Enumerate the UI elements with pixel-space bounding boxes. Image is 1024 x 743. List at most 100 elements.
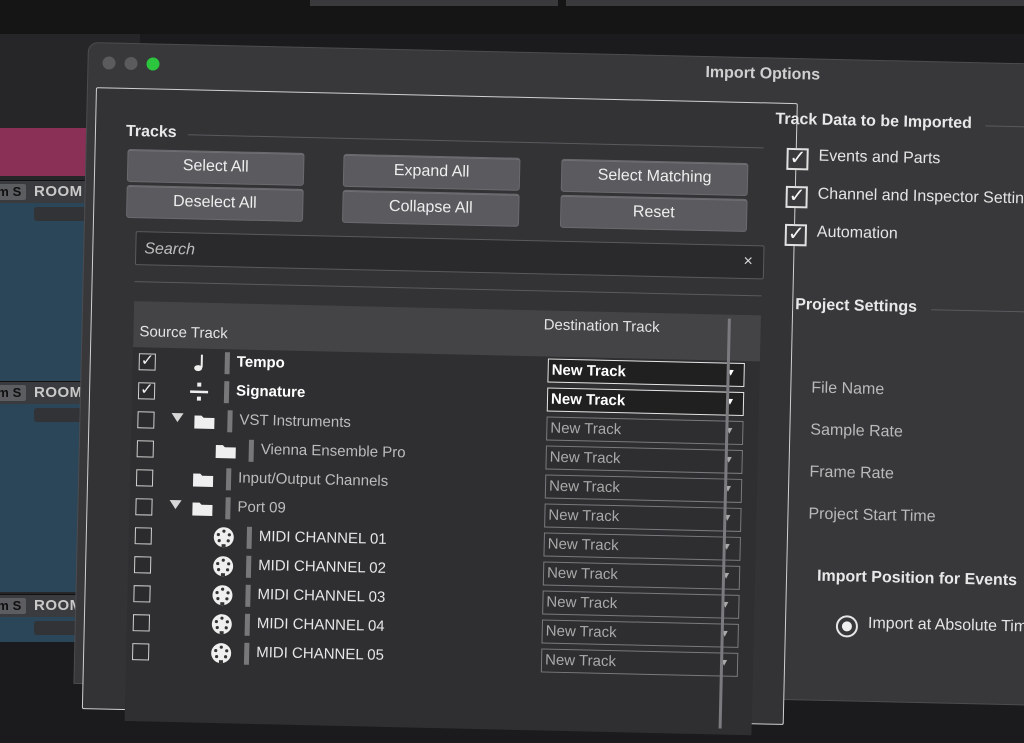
daw-track-name: ROOM	[34, 384, 83, 401]
destination-value: New Track	[546, 623, 617, 642]
destination-value: New Track	[549, 478, 620, 497]
project-settings-title: Project Settings	[795, 296, 917, 317]
expand-all-button[interactable]: Expand All	[343, 154, 521, 191]
track-checkbox[interactable]	[132, 643, 149, 660]
track-name: Input/Output Channels	[238, 470, 388, 490]
track-checkbox[interactable]	[133, 585, 150, 602]
destination-value: New Track	[550, 449, 621, 468]
destination-dropdown[interactable]: New Track ▼	[541, 619, 738, 647]
close-window-button[interactable]	[102, 56, 115, 69]
clear-search-icon[interactable]: ×	[733, 246, 764, 279]
daw-top-segment	[310, 0, 558, 6]
select-matching-button[interactable]: Select Matching	[561, 159, 749, 196]
track-checkbox[interactable]	[139, 353, 156, 370]
midi-connector-icon	[213, 526, 235, 548]
track-color-bar	[226, 468, 231, 490]
reset-button[interactable]: Reset	[560, 195, 748, 232]
section-divider	[985, 125, 1024, 129]
track-color-bar	[247, 527, 252, 549]
zoom-window-button[interactable]	[146, 57, 159, 70]
track-name: MIDI CHANNEL 03	[257, 586, 385, 606]
tempo-note-icon	[189, 351, 211, 373]
file-name-label: File Name	[811, 380, 884, 400]
destination-dropdown[interactable]: New Track ▼	[543, 532, 740, 560]
minimize-window-button[interactable]	[124, 57, 137, 70]
track-color-bar	[224, 352, 229, 374]
track-color-bar	[249, 440, 254, 462]
destination-dropdown[interactable]: New Track ▼	[543, 561, 740, 589]
track-name: MIDI CHANNEL 05	[256, 644, 384, 664]
track-color-bar	[244, 643, 249, 665]
destination-value: New Track	[545, 652, 616, 671]
folder-icon	[191, 496, 213, 518]
track-checkbox[interactable]	[133, 614, 150, 631]
track-name: VST Instruments	[239, 412, 351, 432]
track-name: Vienna Ensemble Pro	[261, 441, 406, 461]
destination-dropdown[interactable]: New Track ▼	[545, 474, 742, 502]
solo-button[interactable]: S	[8, 598, 26, 614]
automation-label: Automation	[817, 224, 898, 244]
track-name: MIDI CHANNEL 02	[258, 557, 386, 577]
track-checkbox[interactable]	[137, 440, 154, 457]
select-all-button[interactable]: Select All	[127, 149, 305, 186]
destination-value: New Track	[550, 420, 621, 439]
track-color-bar	[227, 410, 232, 432]
automation-checkbox[interactable]	[785, 224, 807, 246]
folder-icon	[193, 409, 215, 431]
import-position-title: Import Position for Events	[817, 568, 1017, 591]
search-field: ×	[135, 231, 765, 279]
daw-track-name: ROOM	[34, 183, 83, 200]
search-input[interactable]	[142, 232, 727, 279]
tracks-section-title: Tracks	[126, 123, 177, 142]
destination-dropdown[interactable]: New Track ▼	[544, 503, 741, 531]
deselect-all-button[interactable]: Deselect All	[126, 185, 304, 222]
collapse-all-button[interactable]: Collapse All	[342, 190, 520, 227]
destination-value: New Track	[547, 565, 618, 584]
destination-dropdown[interactable]: New Track ▼	[542, 590, 739, 618]
expand-triangle-icon[interactable]	[169, 500, 181, 509]
import-absolute-time-label: Import at Absolute Time	[868, 615, 1024, 637]
signature-icon	[188, 380, 210, 402]
destination-value: New Track	[551, 391, 626, 410]
expand-triangle-icon[interactable]	[171, 413, 183, 422]
destination-track-column-header: Destination Track	[544, 316, 660, 336]
track-checkbox[interactable]	[138, 382, 155, 399]
solo-button[interactable]: S	[8, 385, 26, 401]
daw-top-bar	[0, 0, 1024, 34]
track-checkbox[interactable]	[134, 556, 151, 573]
project-start-time-label: Project Start Time	[808, 505, 936, 526]
sample-rate-label: Sample Rate	[810, 421, 903, 441]
destination-value: New Track	[551, 362, 626, 381]
track-name: MIDI CHANNEL 04	[257, 615, 385, 635]
folder-icon	[192, 467, 214, 489]
midi-connector-icon	[211, 584, 233, 606]
track-color-bar	[245, 614, 250, 636]
track-name: MIDI CHANNEL 01	[259, 528, 387, 548]
track-name: Port 09	[237, 499, 286, 517]
channel-inspector-checkbox[interactable]	[785, 186, 807, 208]
import-absolute-time-radio[interactable]	[836, 615, 858, 637]
import-options-window: Import Options Tracks Select All Deselec…	[73, 42, 1024, 707]
track-data-section-title: Track Data to be Imported	[775, 111, 972, 133]
tracks-panel: Tracks Select All Deselect All Expand Al…	[82, 87, 798, 725]
track-checkbox[interactable]	[135, 498, 152, 515]
destination-dropdown[interactable]: New Track ▼	[547, 359, 744, 387]
destination-dropdown[interactable]: New Track ▼	[547, 388, 744, 416]
section-divider	[931, 309, 1024, 314]
destination-dropdown[interactable]: New Track ▼	[541, 648, 738, 676]
folder-icon	[215, 439, 237, 461]
destination-dropdown[interactable]: New Track ▼	[546, 417, 743, 445]
events-parts-checkbox[interactable]	[786, 148, 808, 170]
window-title: Import Options	[705, 64, 820, 85]
track-color-bar	[246, 556, 251, 578]
track-checkbox[interactable]	[135, 527, 152, 544]
track-name: Signature	[236, 382, 306, 401]
destination-value: New Track	[548, 507, 619, 526]
destination-dropdown[interactable]: New Track ▼	[545, 445, 742, 473]
track-checkbox[interactable]	[136, 469, 153, 486]
track-color-bar	[224, 381, 229, 403]
track-checkbox[interactable]	[137, 411, 154, 428]
daw-top-segment	[566, 0, 1024, 6]
midi-connector-icon	[212, 555, 234, 577]
solo-button[interactable]: S	[8, 184, 26, 200]
